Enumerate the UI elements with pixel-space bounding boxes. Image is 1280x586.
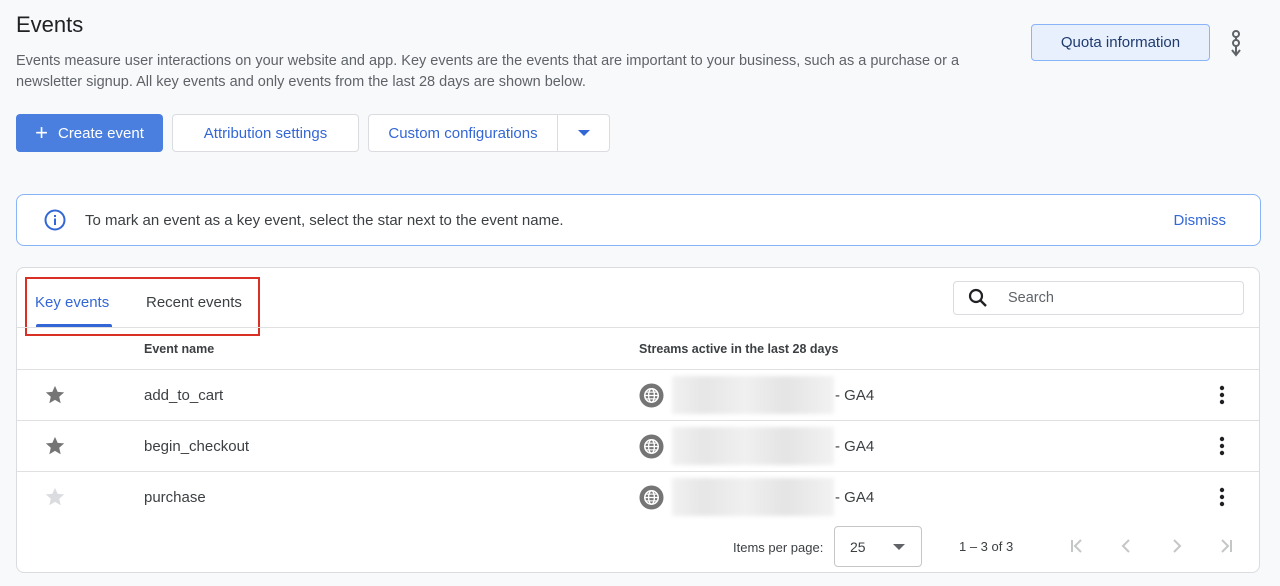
page-description: Events measure user interactions on your…: [16, 53, 960, 90]
dismiss-button[interactable]: Dismiss: [1174, 212, 1227, 229]
search-icon: [968, 288, 987, 307]
info-banner: To mark an event as a key event, select …: [16, 194, 1261, 246]
next-page-icon[interactable]: [1165, 534, 1189, 558]
events-table-card: Key events Recent events Event name Stre…: [16, 267, 1260, 573]
redacted-stream-name: [672, 427, 834, 465]
tab-recent-events[interactable]: Recent events: [146, 294, 242, 311]
star-icon[interactable]: [44, 435, 66, 457]
chevron-down-icon: [893, 543, 905, 550]
table-row: add_to_cart - GA4: [17, 370, 1259, 420]
attribution-settings-button[interactable]: Attribution settings: [172, 114, 359, 152]
divider: [17, 327, 1259, 328]
redacted-stream-name: [672, 478, 834, 516]
banner-text: To mark an event as a key event, select …: [85, 211, 564, 229]
search-input[interactable]: [1008, 290, 1228, 306]
star-icon[interactable]: [44, 384, 66, 406]
info-icon: [43, 208, 67, 232]
globe-icon: [639, 434, 664, 459]
chevron-down-icon: [577, 130, 590, 136]
redacted-stream-name: [672, 376, 834, 414]
stream-suffix: - GA4: [835, 387, 875, 404]
search-box[interactable]: [953, 281, 1244, 315]
table-row: purchase - GA4: [17, 472, 1259, 522]
more-vert-icon[interactable]: [1213, 486, 1231, 508]
items-per-page-label: Items per page:: [733, 540, 824, 555]
first-page-icon[interactable]: [1065, 534, 1089, 558]
more-vert-icon[interactable]: [1213, 384, 1231, 406]
custom-configurations-dropdown[interactable]: [557, 114, 610, 152]
create-event-label: Create event: [57, 124, 144, 142]
table-row: begin_checkout - GA4: [17, 421, 1259, 471]
custom-configurations-button[interactable]: Custom configurations: [368, 114, 558, 152]
stream-suffix: - GA4: [835, 489, 875, 506]
quota-information-button[interactable]: Quota information: [1031, 24, 1210, 61]
event-name[interactable]: begin_checkout: [144, 438, 249, 455]
globe-icon: [639, 383, 664, 408]
event-name[interactable]: purchase: [144, 489, 206, 506]
items-per-page-value: 25: [850, 538, 866, 555]
page-title: Events: [16, 12, 84, 37]
event-name[interactable]: add_to_cart: [144, 387, 223, 404]
pagination-range: 1 – 3 of 3: [959, 539, 1014, 554]
column-header-event-name: Event name: [144, 342, 215, 356]
stream-suffix: - GA4: [835, 438, 875, 455]
last-page-icon[interactable]: [1214, 534, 1238, 558]
star-outline-icon[interactable]: [44, 486, 66, 508]
tab-key-events[interactable]: Key events: [35, 294, 109, 311]
column-header-streams: Streams active in the last 28 days: [639, 342, 839, 356]
create-event-button[interactable]: + Create event: [16, 114, 163, 152]
previous-page-icon[interactable]: [1114, 534, 1138, 558]
events-page: Events Events measure user interactions …: [0, 0, 1280, 586]
items-per-page-select[interactable]: 25: [834, 526, 922, 567]
plus-icon: +: [35, 120, 48, 145]
more-vert-icon[interactable]: [1213, 435, 1231, 457]
globe-icon: [639, 485, 664, 510]
more-vert-icon[interactable]: [1224, 28, 1248, 58]
